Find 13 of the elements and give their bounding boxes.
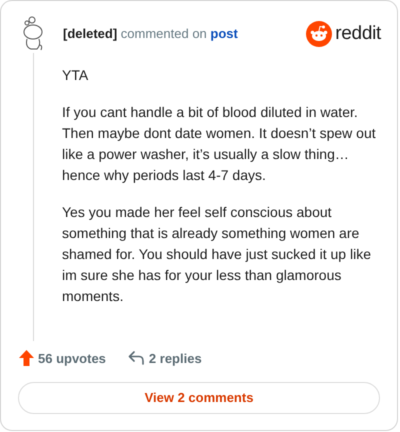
logo-icon — [306, 21, 332, 47]
comment-paragraph: YTA — [62, 66, 90, 85]
author-name[interactable]: [deleted] — [63, 26, 118, 42]
reply-icon[interactable] — [128, 351, 144, 366]
post-link[interactable]: post — [210, 26, 238, 42]
brand-wordmark: reddit — [335, 22, 381, 46]
comment-paragraph: Yes you made her feel self conscious about something that is already something women are shamed for. You should have just sucked it up like im sure she has for your less than glamorous moments. — [62, 203, 372, 306]
action-text: commented on — [120, 26, 207, 42]
reply-count: 2 replies — [148, 350, 202, 368]
view-comments-button[interactable]: View 2 comments — [18, 382, 380, 414]
upvote-icon[interactable] — [19, 350, 34, 366]
comment-paragraph: If you cant handle a bit of blood diluted in water. Then maybe dont date women. It doesn’t spew out like a power washer, it’s usually a slow thing… hence why periods last 4-7 days. — [62, 103, 377, 185]
upvote-count: 56 upvotes — [38, 350, 106, 368]
